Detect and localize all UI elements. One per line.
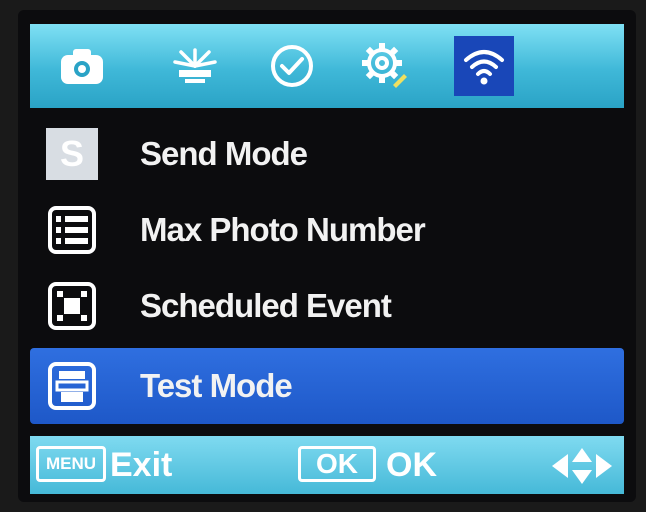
send-mode-icon: S (44, 126, 100, 182)
camera-menu-screen: S Send Mode Max Photo Number Scheduled E… (18, 10, 636, 502)
tab-camera[interactable] (52, 36, 112, 96)
schedule-frame-icon (44, 278, 100, 334)
list-icon (44, 202, 100, 258)
tab-clock[interactable] (262, 36, 322, 96)
ok-label: OK (386, 446, 437, 484)
arrows-icon (550, 446, 614, 491)
menu-item-send-mode[interactable]: S Send Mode (30, 116, 624, 192)
test-mode-icon (44, 358, 100, 414)
ok-key[interactable]: OK (298, 446, 376, 482)
exit-label: Exit (110, 446, 173, 484)
send-mode-icon-letter: S (46, 128, 98, 180)
menu-item-label: Max Photo Number (140, 211, 426, 248)
tab-settings[interactable] (355, 36, 415, 96)
tab-wifi[interactable] (454, 36, 514, 96)
menu-item-max-photo-number[interactable]: Max Photo Number (30, 192, 624, 268)
menu-key[interactable]: MENU (36, 446, 106, 482)
menu-item-label: Send Mode (140, 135, 308, 172)
antenna-icon (173, 48, 217, 83)
menu-item-label: Test Mode (140, 367, 293, 404)
wifi-icon (464, 50, 504, 85)
menu-item-label: Scheduled Event (140, 287, 392, 324)
tab-bar (30, 24, 624, 108)
menu-item-scheduled-event[interactable]: Scheduled Event (30, 268, 624, 344)
tab-trigger[interactable] (165, 36, 225, 96)
clock-icon (271, 45, 313, 87)
camera-icon (61, 49, 103, 84)
footer-bar: MENU Exit OK OK (30, 436, 624, 494)
menu-item-test-mode[interactable]: Test Mode (30, 348, 624, 424)
gear-icon (362, 43, 407, 88)
